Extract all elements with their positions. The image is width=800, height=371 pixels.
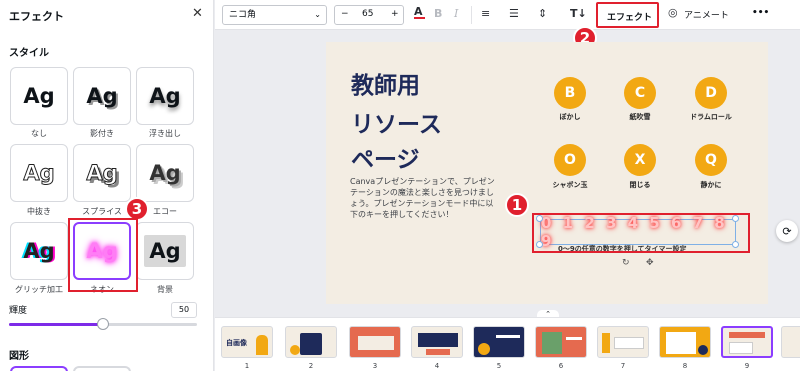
page-number: 9 [744,362,750,370]
annotation-highlight-neon [68,218,138,292]
page-number: 6 [558,362,564,370]
effect-lift[interactable]: Ag [136,67,194,125]
slide-canvas[interactable]: 教師用 リソース ページ Canvaプレゼンテーションで、プレゼンテーションの魔… [326,42,768,304]
slider-fill [9,323,103,326]
page-thumbnail[interactable] [659,326,711,358]
align-center-icon[interactable]: ≡ [481,7,490,20]
page-thumbnail[interactable] [349,326,401,358]
brightness-slider[interactable] [9,318,197,330]
text-color-icon[interactable]: A [414,5,425,19]
slider-thumb[interactable] [97,318,109,330]
page-number: 1 [244,362,250,370]
effect-none[interactable]: Ag [10,67,68,125]
page-filmstrip: 自画像 1 2 3 4 5 6 7 8 9 [215,317,800,371]
annotation-highlight-neon-text [532,213,750,253]
close-icon[interactable]: ✕ [192,6,203,21]
text-toolbar: ニコ角 ⌄ − 65 + A B I ≡ ☰ ⇕ T↓ エフェクト ◎ アニメー… [215,0,800,30]
font-size-stepper[interactable]: − 65 + [334,5,404,25]
key-circle-c[interactable]: C [624,77,656,109]
effect-button[interactable]: エフェクト [596,2,659,28]
more-options-button[interactable]: ••• [752,8,769,18]
key-circle-x[interactable]: X [624,144,656,176]
key-label: ぼかし [559,113,581,121]
effect-label: なし [31,129,47,138]
effect-label: 浮き出し [149,129,181,138]
page-number: 8 [682,362,688,370]
panel-title: エフェクト [9,10,64,23]
shape-option[interactable] [10,366,68,371]
font-dropdown[interactable]: ニコ角 ⌄ [222,5,327,25]
slide-title-line[interactable]: 教師用 [351,66,420,100]
refresh-icon[interactable]: ⟳ [776,220,798,242]
effects-panel: エフェクト ✕ スタイル Ag なし Ag 影付き Ag 浮き出し Ag 中抜き… [0,0,214,371]
key-circle-d[interactable]: D [695,77,727,109]
bulleted-list-icon[interactable]: ☰ [509,7,519,20]
move-icon[interactable]: ✥ [646,258,654,268]
effect-label: 背景 [157,285,173,294]
page-thumbnail[interactable] [781,326,800,358]
shape-option[interactable] [73,366,131,371]
key-label: 紙吹雪 [629,113,651,121]
effect-hollow[interactable]: Ag [10,144,68,202]
page-number: 7 [620,362,626,370]
annotation-badge-1: 1 [505,193,529,217]
line-spacing-icon[interactable]: ⇕ [538,7,547,20]
slide-title-line[interactable]: ページ [351,140,420,174]
text-size-icon[interactable]: T↓ [570,7,587,20]
effect-echo[interactable]: Ag [136,144,194,202]
slide-title-line[interactable]: リソース [351,105,442,139]
key-label: シャボン玉 [552,181,588,189]
divider [471,6,472,24]
chevron-down-icon: ⌄ [314,10,321,19]
decrease-size-button[interactable]: − [341,9,349,19]
key-label: 静かに [700,181,722,189]
effect-label: グリッチ加工 [15,285,63,294]
animate-icon[interactable]: ◎ [668,6,678,19]
page-thumbnail[interactable]: 自画像 [221,326,273,358]
page-thumbnail[interactable] [535,326,587,358]
effect-label: スプライス [82,207,122,216]
key-label: ドラムロール [690,113,732,121]
key-circle-b[interactable]: B [554,77,586,109]
bold-icon[interactable]: B [434,7,442,20]
page-thumbnail[interactable] [473,326,525,358]
page-number: 3 [372,362,378,370]
page-thumbnail[interactable] [285,326,337,358]
effect-label: 中抜き [27,207,51,216]
key-circle-q[interactable]: Q [695,144,727,176]
effect-splice[interactable]: Ag [73,144,131,202]
key-label: 閉じる [629,181,651,189]
increase-size-button[interactable]: + [391,9,399,19]
effect-background[interactable]: Ag [136,222,194,280]
animate-button[interactable]: アニメート [684,8,729,21]
page-number: 2 [308,362,314,370]
italic-icon[interactable]: I [454,7,458,20]
effect-glitch[interactable]: Ag [10,222,68,280]
page-number: 5 [496,362,502,370]
font-size-value[interactable]: 65 [362,9,373,19]
brightness-label: 輝度 [9,306,28,316]
key-circle-o[interactable]: O [554,144,586,176]
page-thumbnail[interactable] [411,326,463,358]
page-number: 4 [434,362,440,370]
slide-body-text[interactable]: Canvaプレゼンテーションで、プレゼンテーションの魔法と楽しさを見つけましょう… [350,176,498,220]
effect-shadow[interactable]: Ag [73,67,131,125]
effect-label: 影付き [90,129,114,138]
rotate-icon[interactable]: ↻ [622,258,630,268]
brightness-input[interactable]: 50 [171,302,197,318]
page-thumbnail-current[interactable] [721,326,773,358]
style-section-title: スタイル [9,48,49,59]
page-thumbnail[interactable] [597,326,649,358]
shape-section-title: 図形 [9,351,29,362]
